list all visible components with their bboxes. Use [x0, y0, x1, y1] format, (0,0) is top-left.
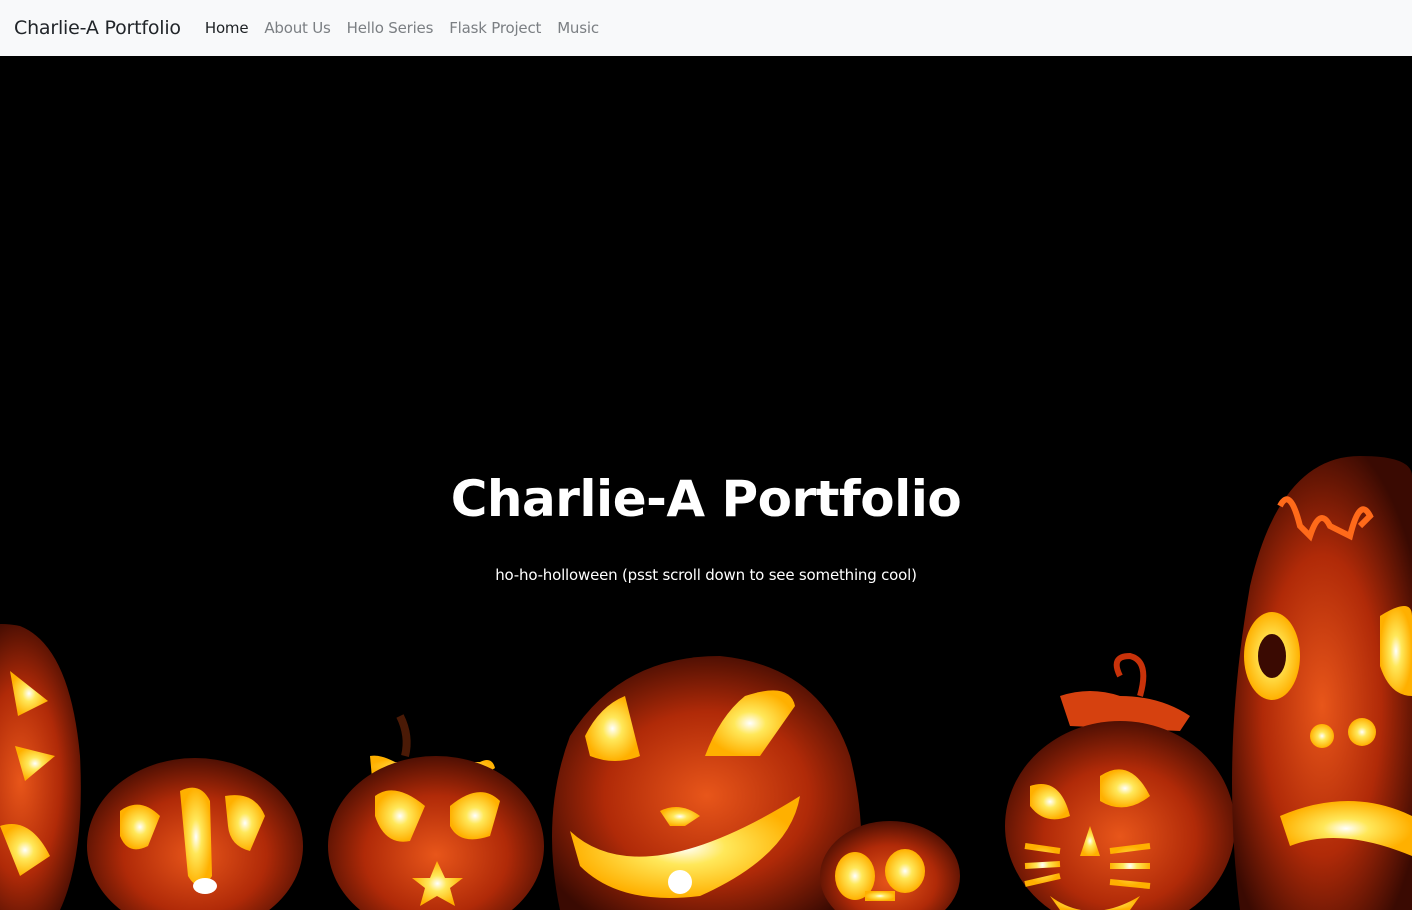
pumpkin-cat — [1005, 652, 1235, 910]
navbar-brand[interactable]: Charlie-A Portfolio — [14, 17, 181, 39]
pumpkin-left-edge — [0, 624, 81, 910]
hero-section: Charlie-A Portfolio ho-ho-holloween (pss… — [0, 56, 1412, 910]
nav-link-hello-series[interactable]: Hello Series — [347, 19, 434, 37]
nav-link-flask-project[interactable]: Flask Project — [449, 19, 541, 37]
hero-title: Charlie-A Portfolio — [450, 470, 962, 528]
nav-link-music[interactable]: Music — [557, 19, 599, 37]
hero-subtitle: ho-ho-holloween (psst scroll down to see… — [495, 566, 917, 584]
pumpkin-center — [552, 656, 862, 910]
nav-links: Home About Us Hello Series Flask Project… — [205, 19, 615, 37]
pumpkin-3 — [328, 714, 544, 910]
pumpkin-2 — [87, 758, 303, 910]
nav-link-home[interactable]: Home — [205, 19, 249, 37]
top-navbar: Charlie-A Portfolio Home About Us Hello … — [0, 0, 1412, 56]
nav-link-about-us[interactable]: About Us — [264, 19, 331, 37]
